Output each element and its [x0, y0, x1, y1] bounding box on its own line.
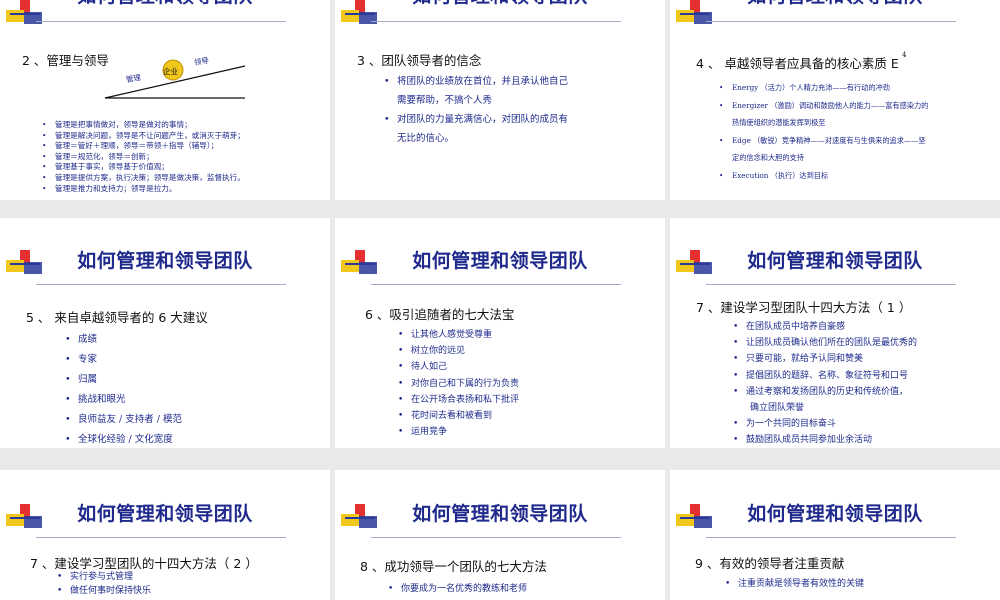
slide-title: 如何管理和领导团队 — [412, 250, 588, 272]
title-divider — [706, 284, 956, 285]
list-item: 管理＝规范化，领导＝创新； — [42, 152, 245, 163]
heading-superscript: 4 — [902, 51, 907, 59]
list-item: Edge （敏锐）竞争精神——对速度有与生俱来的追求——坚 — [719, 132, 928, 150]
title-divider — [371, 537, 621, 538]
list-item: 运用竞争 — [398, 424, 519, 440]
list-item: 归属 — [65, 370, 182, 390]
list-item: 定的信念和大胆的支持 — [732, 153, 804, 162]
slide-title: 如何管理和领导团队 — [77, 503, 253, 525]
logo-icon — [341, 0, 379, 26]
list-item: 管理基于事实，领导基于价值观； — [42, 162, 245, 173]
list-item: 只要可能，就给予认同和赞美 — [733, 351, 917, 367]
slide-title: 如何管理和领导团队 — [747, 250, 923, 272]
slide-thumbnail-7[interactable]: 如何管理和领导团队 7 、建设学习型团队的十四大方法（ 2 ） 实行参与式管理 … — [0, 470, 330, 600]
list-item: 确立团队荣誉 — [750, 403, 805, 414]
logo-icon — [6, 0, 44, 26]
list-item: Execution （执行）达到目标 — [719, 167, 928, 185]
slide-heading: 5 、 来自卓越领导者的 6 大建议 — [26, 310, 208, 325]
list-item: 热情使组织的潜能发挥到极至 — [732, 118, 826, 127]
logo-icon — [341, 250, 379, 276]
list-item: 提倡团队的题辞、名称、象征符号和口号 — [733, 368, 917, 384]
logo-icon — [6, 250, 44, 276]
diagram-circle-label: 企业 — [163, 67, 178, 76]
title-divider — [706, 21, 956, 22]
slide-thumbnail-4[interactable]: 如何管理和领导团队 5 、 来自卓越领导者的 6 大建议 成绩 专家 归属 挑战… — [0, 218, 330, 448]
list-item: 鼓励团队成员共同参加业余活动 — [733, 432, 917, 448]
list-item: Energizer （激励）调动和鼓励他人的能力——富有感染力的 — [719, 97, 928, 115]
bullet-list: 你要成为一名优秀的教练和老师 — [388, 581, 527, 597]
list-item: 待人如己 — [398, 359, 519, 375]
list-item: 在公开场合表扬和私下批评 — [398, 392, 519, 408]
list-item: 需要帮助，不搞个人秀 — [397, 95, 493, 106]
slide-thumbnail-1[interactable]: 如何管理和领导团队 2 、管理与领导 企业 管理 领导 管理是把事情做对，领导是… — [0, 0, 330, 200]
slide-thumbnail-6[interactable]: 如何管理和领导团队 7 、建设学习型团队十四大方法（ 1 ） 在团队成员中培养自… — [670, 218, 1000, 448]
logo-icon — [676, 0, 714, 26]
title-divider — [371, 21, 621, 22]
list-item: 实行参与式管理 — [57, 570, 151, 584]
bullet-list: 注重贡献是领导者有效性的关键 — [725, 576, 864, 592]
slide-thumbnail-2[interactable]: 如何管理和领导团队 3 、团队领导者的信念 将团队的业绩放在首位，并且承认他自己… — [335, 0, 665, 200]
list-item: 管理是提供方案，执行决策；领导是做决策，监督执行。 — [42, 173, 245, 184]
bullet-list: 让其他人感觉受尊重 树立你的远见 待人如己 对你自己和下属的行为负责 在公开场合… — [398, 327, 519, 441]
list-item: 将团队的业绩放在首位，并且承认他自己 — [384, 72, 568, 91]
title-divider — [706, 537, 956, 538]
list-item: Energy （活力）个人精力充沛——有行动的冲劲 — [719, 79, 928, 97]
list-item: 良师益友 / 支持者 / 模范 — [65, 410, 182, 430]
list-item: 注重贡献是领导者有效性的关键 — [725, 576, 864, 592]
list-item: 专家 — [65, 350, 182, 370]
list-item: 挑战和眼光 — [65, 390, 182, 410]
list-item: 成绩 — [65, 330, 182, 350]
slide-heading: 3 、团队领导者的信念 — [357, 53, 482, 68]
list-item: 花时间去看和被看到 — [398, 408, 519, 424]
list-item: 无比的信心。 — [397, 133, 455, 144]
list-item: 对你自己和下属的行为负责 — [398, 376, 519, 392]
bullet-list: 成绩 专家 归属 挑战和眼光 良师益友 / 支持者 / 模范 全球化经验 / 文… — [65, 330, 182, 448]
logo-icon — [6, 504, 44, 530]
slide-heading: 8 、成功领导一个团队的七大方法 — [360, 559, 547, 574]
slide-title: 如何管理和领导团队 — [77, 250, 253, 272]
title-divider — [371, 284, 621, 285]
slide-thumbnail-3[interactable]: 如何管理和领导团队 4 、 卓越领导者应具备的核心素质 E 4 Energy （… — [670, 0, 1000, 200]
slide-title: 如何管理和领导团队 — [412, 503, 588, 525]
bullet-list: 在团队成员中培养自豪感 让团队成员确认他们所在的团队是最优秀的 只要可能，就给予… — [733, 319, 917, 448]
list-item: 做任何事时保持快乐 — [57, 584, 151, 598]
bullet-list: 管理是把事情做对，领导是做对的事情； 管理是解决问题，领导是不让问题产生，或消灭… — [42, 120, 245, 195]
bullet-list: 实行参与式管理 做任何事时保持快乐 — [57, 570, 151, 598]
list-item: 让团队成员确认他们所在的团队是最优秀的 — [733, 335, 917, 351]
slide-heading: 4 、 卓越领导者应具备的核心素质 E — [696, 56, 899, 71]
list-item: 树立你的远见 — [398, 343, 519, 359]
slide-title: 如何管理和领导团队 — [747, 503, 923, 525]
title-divider — [36, 21, 286, 22]
list-item: 管理是推力和支持力；领导是拉力。 — [42, 184, 245, 195]
bullet-list: 将团队的业绩放在首位，并且承认他自己 需要帮助，不搞个人秀 对团队的力量充满信心… — [384, 72, 568, 148]
slide-title: 如何管理和领导团队 — [720, 0, 950, 7]
list-item: 在团队成员中培养自豪感 — [733, 319, 917, 335]
list-item: 全球化经验 / 文化宽度 — [65, 430, 182, 448]
bullet-list: Energy （活力）个人精力充沛——有行动的冲劲 Energizer （激励）… — [719, 79, 928, 185]
logo-icon — [676, 504, 714, 530]
list-item: 你要成为一名优秀的教练和老师 — [388, 581, 527, 597]
list-item: 管理是解决问题，领导是不让问题产生，或消灭于萌芽； — [42, 131, 245, 142]
title-divider — [36, 537, 286, 538]
slide-thumbnail-5[interactable]: 如何管理和领导团队 6 、吸引追随者的七大法宝 让其他人感觉受尊重 树立你的远见… — [335, 218, 665, 448]
list-item: 让其他人感觉受尊重 — [398, 327, 519, 343]
list-item: 管理＝管好＋理顺，领导＝带领＋指导（辅导）； — [42, 141, 245, 152]
slide-thumbnail-9[interactable]: 如何管理和领导团队 9 、有效的领导者注重贡献 注重贡献是领导者有效性的关键 — [670, 470, 1000, 600]
list-item: 通过考察和发扬团队的历史和传统价值， — [733, 384, 917, 400]
title-divider — [36, 284, 286, 285]
slide-heading: 9 、有效的领导者注重贡献 — [695, 556, 845, 571]
logo-icon — [341, 504, 379, 530]
list-item: 对团队的力量充满信心，对团队的成员有 — [384, 110, 568, 129]
slide-title: 如何管理和领导团队 — [50, 0, 280, 7]
slide-thumbnail-8[interactable]: 如何管理和领导团队 8 、成功领导一个团队的七大方法 你要成为一名优秀的教练和老… — [335, 470, 665, 600]
slide-heading: 7 、建设学习型团队十四大方法（ 1 ） — [696, 300, 912, 315]
slide-title: 如何管理和领导团队 — [385, 0, 615, 7]
logo-icon — [676, 250, 714, 276]
list-item: 管理是把事情做对，领导是做对的事情； — [42, 120, 245, 131]
slide-heading: 6 、吸引追随者的七大法宝 — [365, 307, 515, 322]
list-item: 为一个共同的目标奋斗 — [733, 416, 917, 432]
